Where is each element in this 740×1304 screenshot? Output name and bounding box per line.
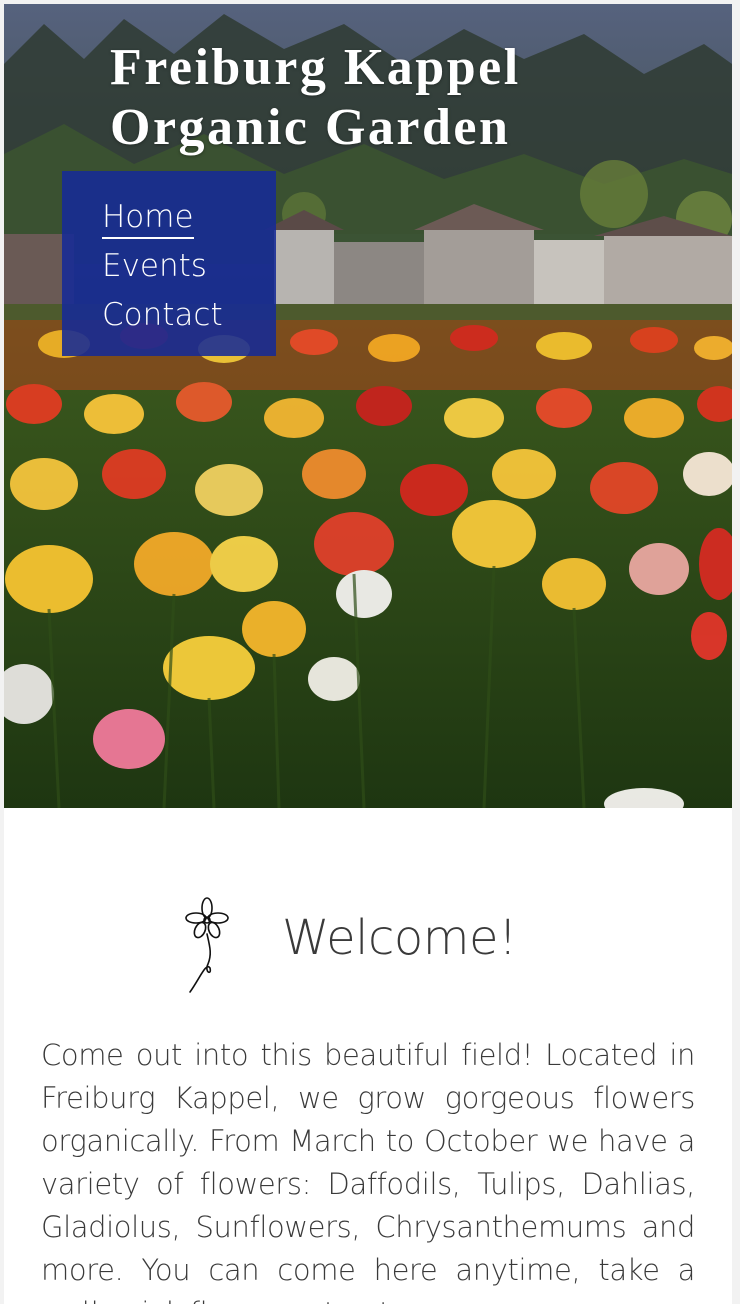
nav-home-label: Home bbox=[102, 199, 194, 239]
nav-events-label: Events bbox=[102, 248, 207, 284]
welcome-text: Come out into this beautiful field! Loca… bbox=[41, 1038, 695, 1304]
hero-banner: Freiburg Kappel Organic Garden Home Even… bbox=[4, 4, 732, 808]
page: Freiburg Kappel Organic Garden Home Even… bbox=[4, 4, 732, 1304]
nav-home-link[interactable]: Home bbox=[102, 193, 276, 242]
browser-frame: Freiburg Kappel Organic Garden Home Even… bbox=[0, 0, 740, 1304]
main-nav: Home Events Contact bbox=[62, 171, 276, 356]
flower-doodle-icon bbox=[185, 897, 229, 993]
nav-contact-label: Contact bbox=[102, 297, 223, 333]
nav-events-link[interactable]: Events bbox=[102, 242, 276, 291]
welcome-section: Welcome! bbox=[4, 888, 732, 998]
nav-contact-link[interactable]: Contact bbox=[102, 291, 276, 340]
site-title: Freiburg Kappel Organic Garden bbox=[110, 39, 521, 156]
welcome-heading: Welcome! bbox=[282, 910, 517, 966]
